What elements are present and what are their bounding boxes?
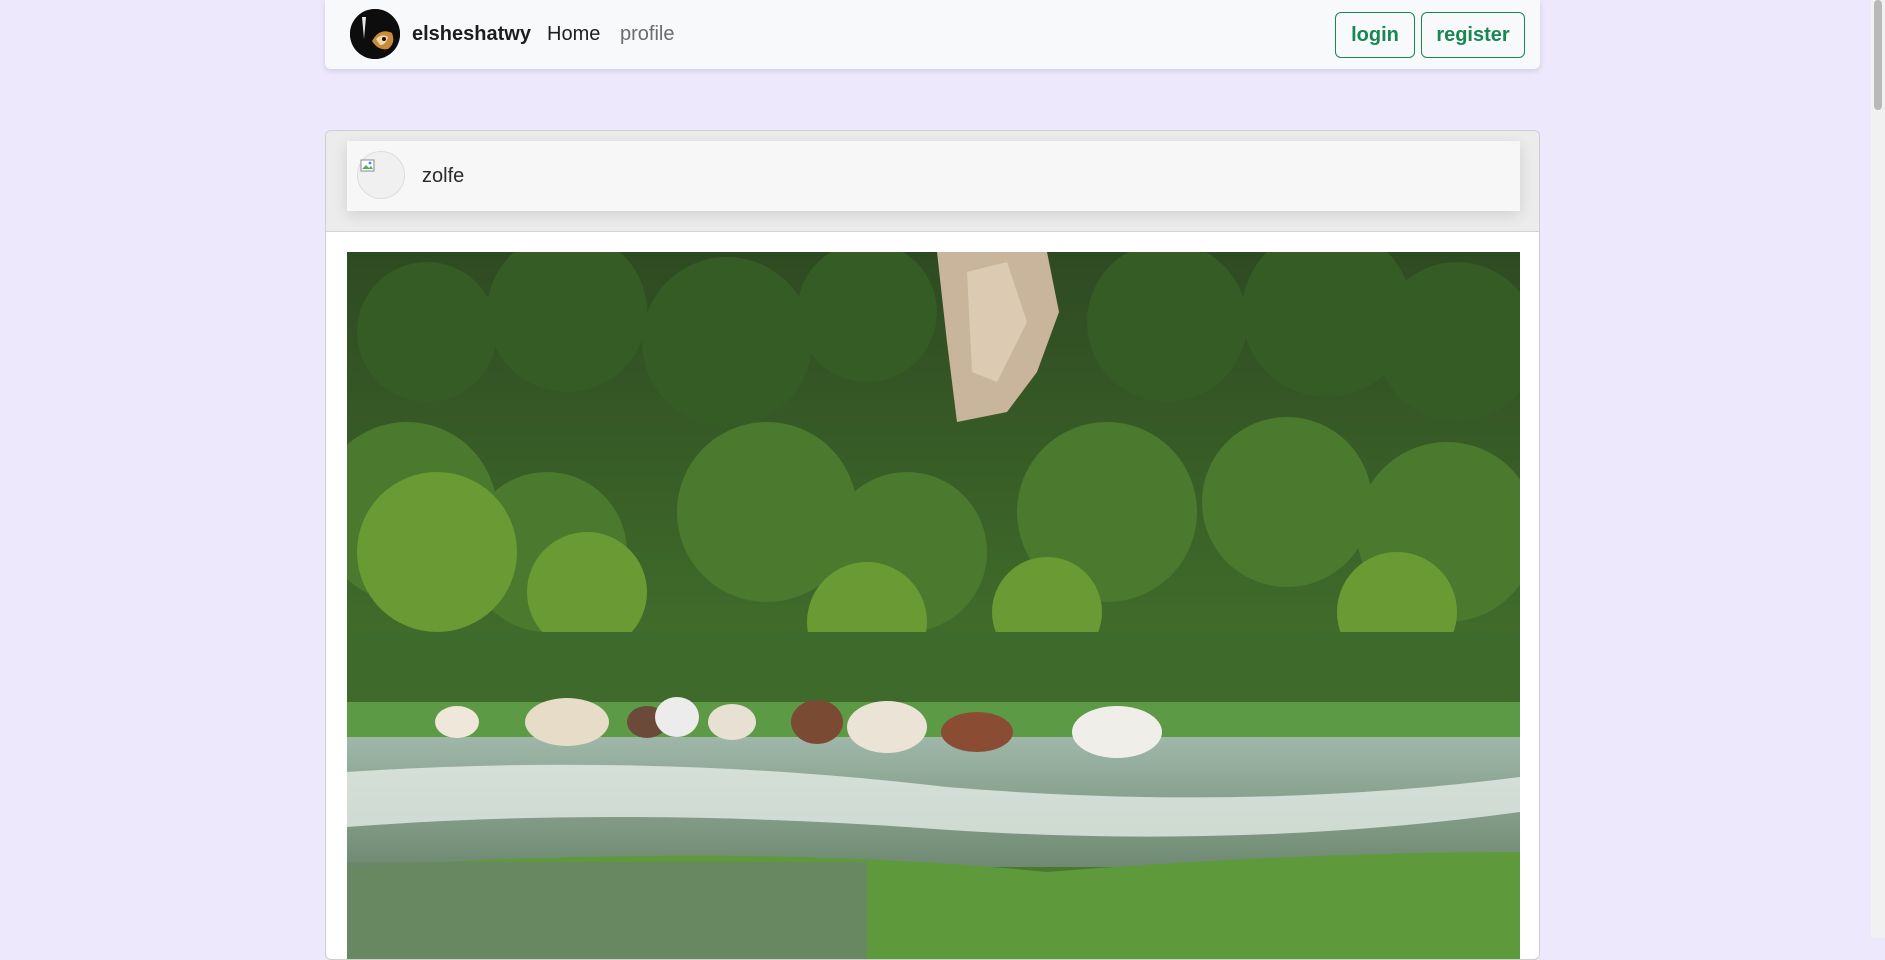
author-avatar[interactable]	[357, 151, 405, 199]
post-author-bar: zolfe	[347, 141, 1520, 211]
post-image	[347, 252, 1520, 959]
horses-running-through-water-photo	[347, 252, 1520, 959]
scrollbar-thumb[interactable]	[1874, 0, 1882, 110]
broken-image-icon	[360, 159, 375, 172]
post-card-header: zolfe	[326, 131, 1539, 232]
brand-name[interactable]: elsheshatwy	[412, 23, 531, 46]
register-button[interactable]: register	[1421, 12, 1525, 58]
login-button[interactable]: login	[1335, 12, 1415, 58]
page-scrollbar[interactable]	[1871, 0, 1885, 938]
top-navbar: elsheshatwy Home profile login register	[325, 0, 1540, 69]
nav-link-home[interactable]: Home	[547, 23, 600, 46]
post-card: zolfe	[325, 130, 1540, 960]
author-username[interactable]: zolfe	[422, 165, 464, 188]
nav-link-profile[interactable]: profile	[620, 23, 674, 46]
brand-logo[interactable]	[350, 9, 400, 59]
